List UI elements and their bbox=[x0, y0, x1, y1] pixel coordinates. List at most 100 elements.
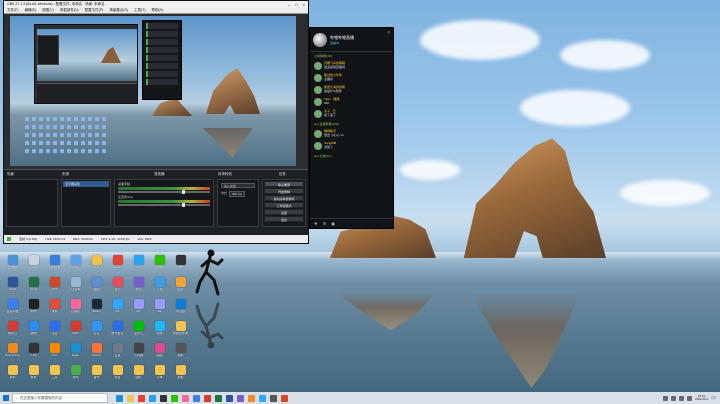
volume-slider[interactable] bbox=[118, 203, 210, 207]
desktop-icon[interactable]: QQ bbox=[128, 253, 149, 275]
lock-icon[interactable]: ▣ bbox=[331, 221, 335, 226]
desktop-icon[interactable]: 记事本 bbox=[65, 275, 86, 297]
taskbar-app-icon[interactable] bbox=[193, 394, 200, 402]
desktop-icon[interactable]: 剪映 bbox=[23, 297, 44, 319]
desktop-icon[interactable]: Excel bbox=[23, 275, 44, 297]
menu-item[interactable]: 文件(F) bbox=[7, 8, 18, 13]
desktop-icon[interactable]: 音乐 bbox=[107, 275, 128, 297]
desktop-icon[interactable]: 腾讯会议 bbox=[107, 319, 128, 341]
desktop-icon[interactable]: VLC bbox=[44, 341, 65, 363]
obs-title-bar[interactable]: OBS 27.1.3 (64-bit, windows) - 配置文件: 未命名… bbox=[4, 1, 308, 8]
desktop-icon[interactable]: 素材 bbox=[23, 363, 44, 385]
taskbar-app-icon[interactable] bbox=[149, 394, 156, 402]
network-icon[interactable] bbox=[678, 395, 684, 401]
desktop-icon[interactable]: Edge bbox=[65, 341, 86, 363]
danmaku-chat-window[interactable]: 哔哩哔哩直播 直播中 × 小窗弹幕(0/0) 闪耀飞鸟的黑暗 欢迎来到直播间 路过的… bbox=[309, 27, 394, 229]
settings-icon[interactable]: ⚙ bbox=[323, 221, 327, 226]
desktop-icon[interactable]: OBS bbox=[170, 253, 191, 275]
desktop-icon[interactable]: 文档 bbox=[86, 253, 107, 275]
tray-icon[interactable] bbox=[670, 395, 676, 401]
close-icon[interactable]: × bbox=[303, 2, 305, 7]
menu-item[interactable]: 工具(T) bbox=[134, 8, 145, 13]
start-button[interactable] bbox=[0, 392, 12, 404]
taskbar-app-icon[interactable] bbox=[248, 394, 255, 402]
taskbar-app-icon[interactable] bbox=[215, 394, 222, 402]
taskbar-app-icon[interactable] bbox=[281, 394, 288, 402]
desktop-icon[interactable]: 资料 bbox=[2, 363, 23, 385]
desktop-icon[interactable]: 工具 bbox=[44, 363, 65, 385]
desktop-icon[interactable]: 爱奇艺 bbox=[128, 319, 149, 341]
control-button[interactable]: 停止推流 bbox=[264, 181, 304, 187]
taskbar-app-icon[interactable] bbox=[182, 394, 189, 402]
desktop-icon[interactable]: 酷狗 bbox=[23, 319, 44, 341]
menu-item[interactable]: 视图(V) bbox=[42, 8, 54, 13]
desktop-icon[interactable]: 截图 bbox=[86, 275, 107, 297]
clock[interactable]: 15:01 2021/12/1 bbox=[695, 394, 708, 402]
volume-slider[interactable] bbox=[118, 190, 210, 194]
minimize-icon[interactable]: – bbox=[288, 2, 290, 7]
menu-item[interactable]: 配置文件(P) bbox=[85, 8, 104, 13]
sources-list[interactable]: 显示器采集 bbox=[61, 179, 111, 227]
desktop-icon[interactable]: 游戏 bbox=[65, 363, 86, 385]
taskbar-app-icon[interactable] bbox=[116, 394, 123, 402]
desktop-icon[interactable]: 控制面板 bbox=[44, 253, 65, 275]
desktop-icon[interactable]: PR bbox=[128, 297, 149, 319]
control-button[interactable]: 设置 bbox=[264, 209, 304, 215]
desktop-icon[interactable]: PS bbox=[107, 297, 128, 319]
desktop-icon[interactable]: 计算器 bbox=[128, 341, 149, 363]
taskbar-app-icon[interactable] bbox=[226, 394, 233, 402]
desktop-icon[interactable]: 百度网盘 bbox=[2, 297, 23, 319]
desktop-icon[interactable]: WPS bbox=[65, 319, 86, 341]
desktop-icon[interactable]: 7-Zip bbox=[23, 341, 44, 363]
desktop-icon[interactable]: 录屏 bbox=[44, 297, 65, 319]
taskbar-app-icon[interactable] bbox=[270, 394, 277, 402]
desktop-icon[interactable]: 此电脑 bbox=[2, 253, 23, 275]
desktop-icon[interactable]: 字体 bbox=[149, 363, 170, 385]
gift-icon[interactable]: ❖ bbox=[314, 221, 318, 226]
source-item[interactable]: 显示器采集 bbox=[63, 181, 109, 187]
menu-item[interactable]: 帮助(H) bbox=[152, 8, 164, 13]
desktop-icon[interactable]: 网易云 bbox=[2, 319, 23, 341]
desktop-icon[interactable]: 微信 bbox=[149, 253, 170, 275]
taskbar-app-icon[interactable] bbox=[171, 394, 178, 402]
control-button[interactable]: 开始录制 bbox=[264, 188, 304, 194]
desktop-icon[interactable]: Word bbox=[2, 275, 23, 297]
taskbar-app-icon[interactable] bbox=[127, 394, 134, 402]
desktop-icon[interactable]: Firefox bbox=[86, 341, 107, 363]
desktop-icon[interactable]: 项目 bbox=[107, 363, 128, 385]
close-icon[interactable]: × bbox=[387, 30, 390, 36]
taskbar-app-icon[interactable] bbox=[204, 394, 211, 402]
tray-icon[interactable] bbox=[662, 395, 668, 401]
transition-select[interactable]: 淡入淡出 bbox=[221, 183, 255, 188]
menu-item[interactable]: 场景集合(S) bbox=[109, 8, 128, 13]
desktop-icon[interactable]: 图标 bbox=[128, 363, 149, 385]
desktop-icon[interactable]: 相机 bbox=[170, 341, 191, 363]
duration-input[interactable]: 300 ms bbox=[229, 191, 245, 197]
taskbar-app-icon[interactable] bbox=[160, 394, 167, 402]
desktop-icon[interactable]: 迅雷 bbox=[44, 319, 65, 341]
control-button[interactable]: 工作室模式 bbox=[264, 202, 304, 208]
desktop-icon[interactable]: 优酷 bbox=[149, 319, 170, 341]
menu-item[interactable]: 停靠部件(D) bbox=[60, 8, 79, 13]
desktop-icon[interactable]: Everything bbox=[2, 341, 23, 363]
control-button[interactable]: 退出 bbox=[264, 216, 304, 222]
notification-icon[interactable]: ▭ bbox=[711, 395, 716, 401]
desktop-icon[interactable]: 浏览器 bbox=[170, 297, 191, 319]
maximize-icon[interactable]: □ bbox=[295, 2, 297, 7]
desktop-icon[interactable]: Steam bbox=[86, 297, 107, 319]
desktop-icon[interactable]: 网络 bbox=[65, 253, 86, 275]
taskbar-app-icon[interactable] bbox=[138, 394, 145, 402]
control-button[interactable]: 启动虚拟摄像机 bbox=[264, 195, 304, 201]
taskbar-search[interactable]: ⌕ 在这里输入你要搜索的内容 bbox=[12, 393, 108, 403]
desktop-icon[interactable]: 下载 bbox=[149, 275, 170, 297]
desktop-icon[interactable]: 回收站 bbox=[23, 253, 44, 275]
obs-window[interactable]: OBS 27.1.3 (64-bit, windows) - 配置文件: 未命名… bbox=[3, 0, 309, 244]
desktop-icon[interactable]: 钉钉 bbox=[86, 319, 107, 341]
desktop-icon[interactable]: PPT bbox=[44, 275, 65, 297]
desktop-icon[interactable]: 视频 bbox=[128, 275, 149, 297]
desktop-icon[interactable]: 图片 bbox=[170, 275, 191, 297]
taskbar-app-icon[interactable] bbox=[259, 394, 266, 402]
desktop-icon[interactable]: Chrome bbox=[107, 253, 128, 275]
desktop-icon[interactable]: 备份 bbox=[86, 363, 107, 385]
scenes-list[interactable] bbox=[6, 179, 58, 227]
